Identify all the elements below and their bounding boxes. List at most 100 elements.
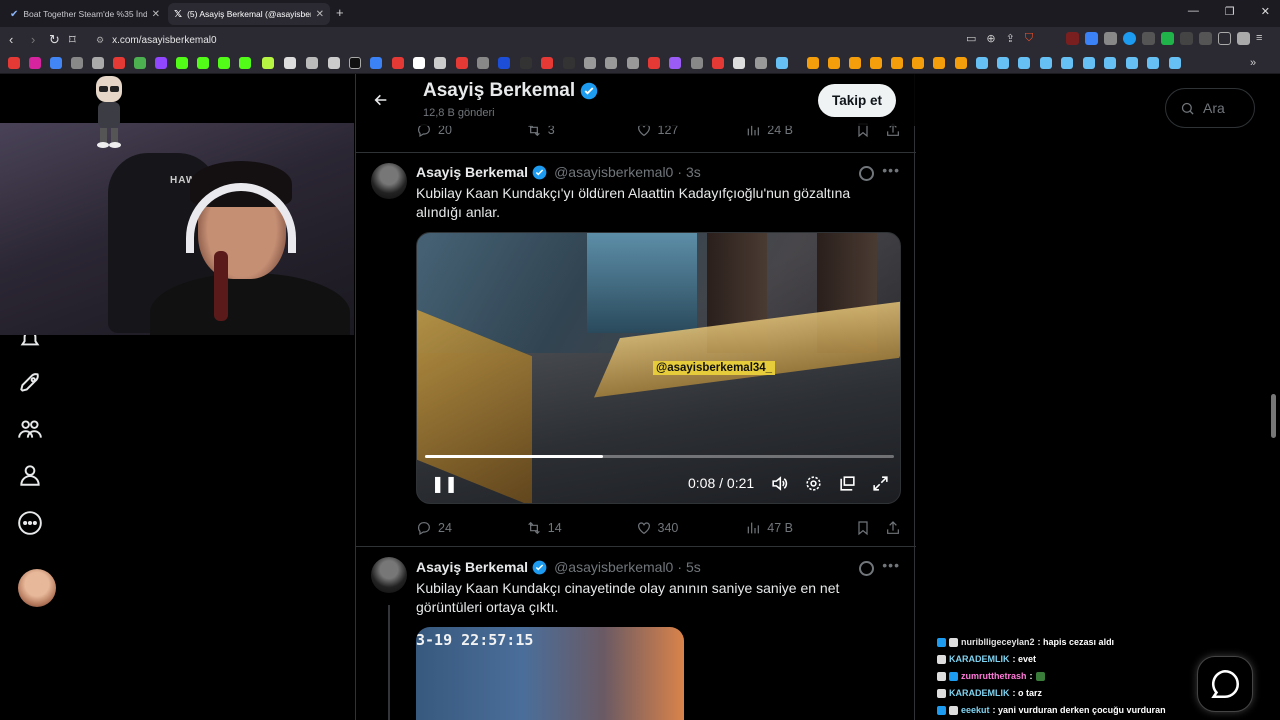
bookmark-icon[interactable] [933, 57, 945, 69]
bookmark-icon[interactable] [828, 57, 840, 69]
bookmark-icon[interactable] [691, 57, 703, 69]
bookmark-icon[interactable]: ⌑ [69, 32, 76, 48]
premium-rocket-icon[interactable] [17, 370, 45, 398]
tweet-author-avatar[interactable] [371, 557, 407, 593]
bookmark-folder-icon[interactable] [755, 57, 767, 69]
picture-in-picture-icon[interactable] [838, 474, 858, 494]
music-icon[interactable] [1218, 32, 1231, 45]
extension-icon[interactable] [1180, 32, 1193, 45]
bookmark-button[interactable] [855, 520, 885, 536]
volume-icon[interactable] [770, 474, 790, 494]
bookmark-icon[interactable] [955, 57, 967, 69]
repost-button[interactable]: 14 [526, 520, 636, 536]
tweet[interactable]: Asayiş Berkemal @asayisberkemal0 · 5s ••… [356, 546, 916, 720]
profile-icon[interactable] [17, 462, 45, 490]
bookmark-steam-icon[interactable] [1104, 57, 1116, 69]
bookmark-icon[interactable] [306, 57, 318, 69]
bookmark-kick-icon[interactable] [176, 57, 188, 69]
profile-icon[interactable] [1237, 32, 1250, 45]
bookmark-icon[interactable] [456, 57, 468, 69]
menu-icon[interactable]: ≡ [1256, 32, 1269, 45]
close-tab-icon[interactable]: ✕ [152, 9, 160, 20]
sidebar-icon[interactable] [1199, 32, 1212, 45]
bookmark-icon[interactable] [71, 57, 83, 69]
bookmark-icon[interactable] [891, 57, 903, 69]
tweet[interactable]: Asayiş Berkemal @asayisberkemal0 · 3s ••… [356, 152, 916, 546]
close-tab-icon[interactable]: ✕ [316, 9, 324, 20]
pause-icon[interactable]: ❚❚ [431, 474, 458, 494]
tab-x-profile[interactable]: 𝕏 (5) Asayiş Berkemal (@asayisberkemal0)… [168, 3, 330, 25]
bookmark-steam-icon[interactable] [776, 57, 788, 69]
video-player[interactable]: @asayisberkemal34_ ❚❚ 0:08 / 0:21 [416, 232, 901, 504]
bookmark-icon[interactable] [50, 57, 62, 69]
views-button[interactable]: 47 B [745, 520, 855, 536]
extension-icon[interactable] [1123, 32, 1136, 45]
bookmark-youtube-icon[interactable] [8, 57, 20, 69]
communities-icon[interactable] [17, 416, 45, 444]
bookmark-icon[interactable] [605, 57, 617, 69]
bookmark-icon[interactable] [563, 57, 575, 69]
tweet-author-avatar[interactable] [371, 163, 407, 199]
search-input[interactable]: Ara [1165, 88, 1255, 128]
forward-icon[interactable]: › [31, 32, 35, 47]
bookmark-steam-icon[interactable] [1083, 57, 1095, 69]
grok-icon[interactable] [859, 166, 874, 181]
grok-icon[interactable] [859, 561, 874, 576]
account-avatar[interactable] [18, 569, 56, 607]
like-button[interactable]: 340 [636, 520, 746, 536]
bookmark-kick-icon[interactable] [239, 57, 251, 69]
bookmark-twitch-icon[interactable] [155, 57, 167, 69]
new-tab-button[interactable]: + [336, 5, 344, 20]
tweet-time[interactable]: 3s [686, 164, 701, 180]
more-icon[interactable]: ••• [882, 162, 900, 178]
bookmark-icon[interactable] [584, 57, 596, 69]
zoom-icon[interactable]: ⊕ [986, 32, 995, 45]
bookmark-icon[interactable] [113, 57, 125, 69]
reply-button[interactable]: 24 [416, 520, 526, 536]
bookmark-steam-icon[interactable] [1018, 57, 1030, 69]
reload-icon[interactable]: ↻ [49, 32, 60, 48]
more-icon[interactable]: ••• [882, 557, 900, 573]
more-bookmarks-icon[interactable]: » [1250, 57, 1262, 69]
bookmark-icon[interactable] [648, 57, 660, 69]
page-scrollbar[interactable] [1271, 394, 1276, 438]
extension-icon[interactable] [1066, 32, 1079, 45]
tweet-author-handle[interactable]: @asayisberkemal0 [554, 164, 673, 180]
bookmark-icon[interactable] [870, 57, 882, 69]
bookmark-steam-icon[interactable] [1147, 57, 1159, 69]
bookmark-icon[interactable] [284, 57, 296, 69]
bookmark-icon[interactable] [413, 57, 425, 69]
bookmark-icon[interactable] [92, 57, 104, 69]
bookmark-icon[interactable] [541, 57, 553, 69]
tweet-time[interactable]: 5s [686, 559, 701, 575]
bookmark-steam-icon[interactable] [997, 57, 1009, 69]
bookmark-x-icon[interactable] [349, 57, 361, 69]
bookmark-icon[interactable] [262, 57, 274, 69]
bookmark-icon[interactable] [370, 57, 382, 69]
bookmark-icon[interactable] [434, 57, 446, 69]
bookmark-icon[interactable] [912, 57, 924, 69]
tweet-author-name[interactable]: Asayiş Berkemal [416, 559, 528, 575]
bookmark-icon[interactable] [712, 57, 724, 69]
fullscreen-icon[interactable] [871, 474, 891, 494]
maximize-icon[interactable]: ❐ [1225, 5, 1235, 18]
minimize-icon[interactable]: — [1188, 5, 1199, 18]
back-arrow-icon[interactable] [373, 92, 389, 113]
messages-button[interactable] [1197, 656, 1253, 712]
bookmark-icon[interactable] [669, 57, 681, 69]
bookmark-steam-icon[interactable] [1126, 57, 1138, 69]
video-thumbnail[interactable]: 3-19 22:57:15 [416, 627, 684, 720]
share-button[interactable] [885, 520, 901, 536]
brave-shield-icon[interactable]: ⛉ [1025, 32, 1033, 45]
follow-button[interactable]: Takip et [818, 84, 897, 117]
bookmark-icon[interactable] [392, 57, 404, 69]
tweet-author-handle[interactable]: @asayisberkemal0 [554, 559, 673, 575]
bookmark-icon[interactable] [520, 57, 532, 69]
bookmark-instagram-icon[interactable] [29, 57, 41, 69]
extension-icon[interactable] [1161, 32, 1174, 45]
bookmark-icon[interactable] [849, 57, 861, 69]
address-bar[interactable]: ⚙ x.com/asayisberkemal0 [88, 30, 1068, 50]
bookmark-kick-icon[interactable] [197, 57, 209, 69]
bookmark-steam-icon[interactable] [1169, 57, 1181, 69]
back-icon[interactable]: ‹ [9, 32, 13, 47]
